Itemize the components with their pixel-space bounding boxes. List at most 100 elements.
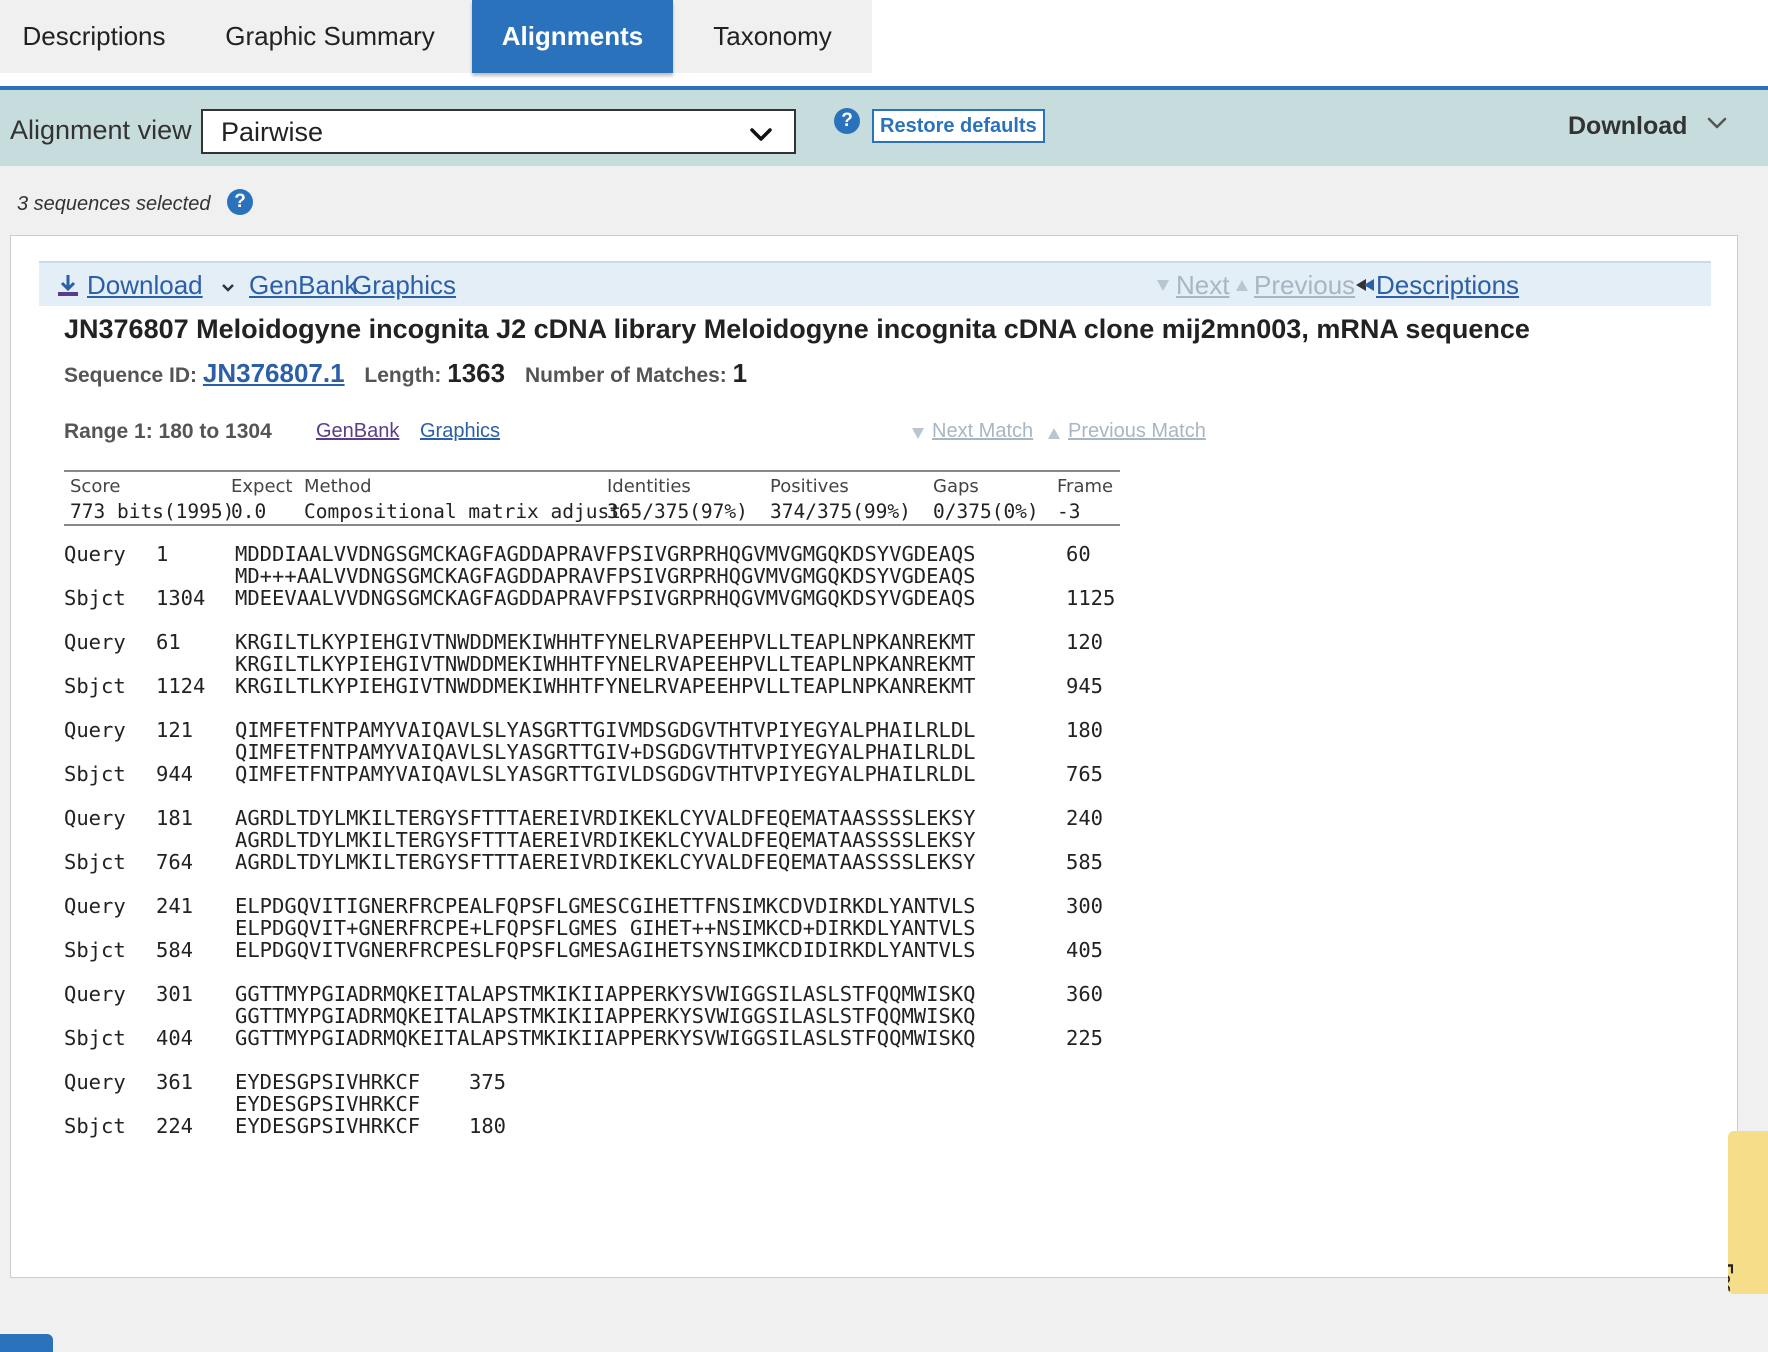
query-line: Query 301 GGTTMYPGIADRMQKEITALAPSTMKIKII… [64,983,1103,1005]
query-sequence: KRGILTLKYPIEHGIVTNWDDMEKIWHHTFYNELRVAPEE… [235,630,976,654]
tab-graphic-summary[interactable]: Graphic Summary [188,0,472,73]
alignment-panel: Download GenBank Graphics Next Previous … [10,235,1738,1278]
descriptions-link[interactable]: Descriptions [1376,270,1519,301]
subject-label: Sbjct [64,850,126,874]
help-icon[interactable]: ? [227,189,253,215]
subject-start: 1304 [156,586,206,610]
match-line: GGTTMYPGIADRMQKEITALAPSTMKIKIIAPPERKYSVW… [64,1005,976,1027]
hit-navigation-bar: Download GenBank Graphics Next Previous … [39,261,1711,306]
subject-line: Sbjct 224 EYDESGPSIVHRKCF 180 [64,1115,506,1137]
subject-label: Sbjct [64,674,126,698]
feedback-label: Feedback [1728,1263,1736,1294]
subject-end: 765 [1066,762,1104,786]
match-line: KRGILTLKYPIEHGIVTNWDDMEKIWHHTFYNELRVAPEE… [64,653,976,675]
query-sequence: GGTTMYPGIADRMQKEITALAPSTMKIKIIAPPERKYSVW… [235,982,976,1006]
tab-descriptions[interactable]: Descriptions [0,0,188,73]
match-sequence: QIMFETFNTPAMYVAIQAVLSLYASGRTTGIV+DSGDGVT… [235,740,976,764]
query-end: 180 [1066,718,1104,742]
query-line: Query 361 EYDESGPSIVHRKCF 375 [64,1070,506,1094]
previous-hit-link[interactable]: Previous [1254,270,1355,301]
stats-header-identities: Identities [607,476,691,497]
next-hit-link[interactable]: Next [1176,270,1229,301]
restore-defaults-button[interactable]: Restore defaults [872,109,1045,143]
alignment-toolbar: Alignment view Pairwise ? Restore defaul… [0,90,1768,166]
stats-expect: 0.0 [231,500,267,523]
query-start: 181 [156,806,194,830]
tab-alignments[interactable]: Alignments [472,0,673,73]
back-to-descriptions-icon [1356,279,1374,291]
subject-end: 225 [1066,1026,1104,1050]
subject-sequence: AGRDLTDYLMKILTERGYSFTTTAEREIVRDIKEKLCYVA… [235,850,976,874]
match-line: EYDESGPSIVHRKCF [64,1093,420,1115]
triangle-up-icon [1048,428,1060,439]
subject-label: Sbjct [64,586,126,610]
query-label: Query [64,630,126,654]
matches-value: 1 [732,358,748,388]
query-line: Query 61 KRGILTLKYPIEHGIVTNWDDMEKIWHHTFY… [64,630,1103,654]
subject-end: 1125 [1066,586,1116,610]
stats-header-positives: Positives [770,476,849,497]
query-label: Query [64,894,126,918]
subject-line: Sbjct 944 QIMFETFNTPAMYVAIQAVLSLYASGRTTG… [64,762,1103,786]
range-graphics-link[interactable]: Graphics [420,420,500,443]
genbank-link[interactable]: GenBank [249,270,357,301]
subject-label: Sbjct [64,762,126,786]
chevron-down-icon[interactable] [1706,112,1728,134]
stats-header-frame: Frame [1057,476,1114,497]
subject-line: Sbjct 404 GGTTMYPGIADRMQKEITALAPSTMKIKII… [64,1026,1103,1050]
stats-header-score: Score [70,476,121,497]
hit-download-link[interactable]: Download [87,270,203,301]
subject-sequence: QIMFETFNTPAMYVAIQAVLSLYASGRTTGIVLDSGDGVT… [235,762,976,786]
download-icon[interactable] [57,273,79,297]
query-end: 375 [469,1070,507,1094]
query-line: Query 241 ELPDGQVITIGNERFRCPEALFQPSFLGME… [64,894,1103,918]
tab-list: Descriptions Graphic Summary Alignments … [0,0,872,73]
subject-sequence: ELPDGQVITVGNERFRCPESLFQPSFLGMESAGIHETSYN… [235,938,976,962]
subject-end: 585 [1066,850,1104,874]
seq-id-link[interactable]: JN376807.1 [203,358,345,388]
chevron-down-icon [750,128,772,141]
subject-sequence: GGTTMYPGIADRMQKEITALAPSTMKIKIIAPPERKYSVW… [235,1026,976,1050]
query-start: 61 [156,630,181,654]
subject-sequence: MDEEVAALVVDNGSGMCKAGFAGDDAPRAVFPSIVGRPRH… [235,586,976,610]
scroll-to-top-button[interactable] [0,1334,53,1352]
stats-header-expect: Expect [231,476,293,497]
query-end: 360 [1066,982,1104,1006]
matches-label: Number of Matches: [524,364,727,387]
chevron-down-icon[interactable] [221,282,235,294]
subject-line: Sbjct 1304 MDEEVAALVVDNGSGMCKAGFAGDDAPRA… [64,586,1115,610]
feedback-tab[interactable]: Feedback [1728,1131,1768,1294]
graphics-link[interactable]: Graphics [352,270,456,301]
help-icon[interactable]: ? [834,108,860,134]
hit-meta: Sequence ID: JN376807.1 Length: 1363 Num… [64,358,747,389]
next-match-link[interactable]: Next Match [932,420,1033,443]
tab-taxonomy[interactable]: Taxonomy [673,0,872,73]
match-line: MD+++AALVVDNGSGMCKAGFAGDDAPRAVFPSIVGRPRH… [64,565,976,587]
subject-sequence: KRGILTLKYPIEHGIVTNWDDMEKIWHHTFYNELRVAPEE… [235,674,976,698]
query-end: 300 [1066,894,1104,918]
match-sequence: KRGILTLKYPIEHGIVTNWDDMEKIWHHTFYNELRVAPEE… [235,652,976,676]
previous-match-link[interactable]: Previous Match [1068,420,1206,443]
match-sequence: MD+++AALVVDNGSGMCKAGFAGDDAPRAVFPSIVGRPRH… [235,564,976,588]
query-end: 240 [1066,806,1104,830]
subject-label: Sbjct [64,1026,126,1050]
query-sequence: EYDESGPSIVHRKCF [235,1070,421,1094]
stats-method: Compositional matrix adjust. [304,500,633,523]
triangle-down-icon [912,428,924,439]
stats-positives: 374/375(99%) [770,500,911,523]
match-line: QIMFETFNTPAMYVAIQAVLSLYASGRTTGIV+DSGDGVT… [64,741,976,763]
subject-end: 405 [1066,938,1104,962]
subject-start: 224 [156,1114,194,1138]
range-genbank-link[interactable]: GenBank [316,420,399,443]
subject-line: Sbjct 764 AGRDLTDYLMKILTERGYSFTTTAEREIVR… [64,850,1103,874]
seq-id-label: Sequence ID: [64,364,198,387]
query-line: Query 181 AGRDLTDYLMKILTERGYSFTTTAEREIVR… [64,807,1103,829]
query-label: Query [64,718,126,742]
match-sequence: ELPDGQVIT+GNERFRCPE+LFQPSFLGMES GIHET++N… [235,916,976,940]
alignment-view-label: Alignment view [10,115,192,145]
download-menu-button[interactable]: Download [1568,112,1687,141]
query-label: Query [64,1070,126,1094]
stats-identities: 365/375(97%) [607,500,748,523]
alignment-view-select[interactable]: Pairwise [201,109,796,154]
subject-line: Sbjct 584 ELPDGQVITVGNERFRCPESLFQPSFLGME… [64,939,1103,961]
